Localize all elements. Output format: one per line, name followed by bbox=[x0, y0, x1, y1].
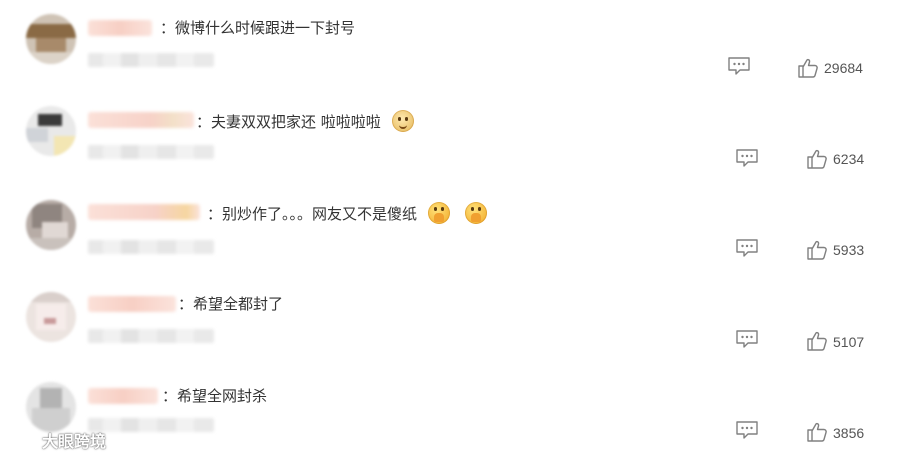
comment-bubble-icon[interactable] bbox=[735, 420, 759, 440]
username-blurred[interactable] bbox=[88, 204, 200, 220]
avatar[interactable] bbox=[26, 200, 76, 250]
comment-meta-blurred bbox=[88, 53, 214, 67]
like-count: 3856 bbox=[833, 425, 865, 441]
thumbs-up-icon[interactable] bbox=[806, 239, 828, 261]
username-blurred[interactable] bbox=[88, 20, 152, 36]
comment-text: ：希望全网封杀 bbox=[162, 387, 268, 405]
thumbs-up-icon[interactable] bbox=[806, 330, 828, 352]
pray-emoji bbox=[464, 202, 487, 224]
comment-item: ：别炒作了。。。网友又不是傻纸 5933 bbox=[0, 184, 900, 276]
username-blurred[interactable] bbox=[88, 112, 194, 128]
watermark-text: 大眼跨境 bbox=[42, 432, 107, 451]
like-count: 29684 bbox=[824, 60, 863, 76]
avatar[interactable] bbox=[26, 106, 76, 156]
like-count: 5107 bbox=[833, 334, 865, 350]
pray-emoji bbox=[427, 202, 450, 224]
watermark-logo-icon bbox=[9, 432, 37, 448]
avatar[interactable] bbox=[26, 382, 76, 432]
comment-bubble-icon[interactable] bbox=[735, 329, 759, 349]
like-count: 6234 bbox=[833, 151, 865, 167]
comment-text: ：微博什么时候跟进一下封号 bbox=[160, 19, 356, 37]
comment-meta-blurred bbox=[88, 329, 214, 343]
comment-item: ：微博什么时候跟进一下封号 29684 bbox=[0, 0, 900, 92]
thumbs-up-icon[interactable] bbox=[806, 148, 828, 170]
comment-text: ：夫妻双双把家还 啦啦啦啦 bbox=[196, 110, 414, 132]
comment-bubble-icon[interactable] bbox=[727, 56, 751, 76]
comment-bubble-icon[interactable] bbox=[735, 238, 759, 258]
comment-meta-blurred bbox=[88, 145, 214, 159]
thumbs-up-icon[interactable] bbox=[797, 57, 819, 79]
comment-bubble-icon[interactable] bbox=[735, 148, 759, 168]
comment-item: ：希望全都封了 5107 bbox=[0, 276, 900, 368]
thumbs-up-icon[interactable] bbox=[806, 421, 828, 443]
avatar[interactable] bbox=[26, 292, 76, 342]
comment-item: ：夫妻双双把家还 啦啦啦啦 6234 bbox=[0, 92, 900, 184]
comment-text: ：希望全都封了 bbox=[178, 295, 284, 313]
comment-meta-blurred bbox=[88, 240, 214, 254]
username-blurred[interactable] bbox=[88, 296, 176, 312]
comment-item: ：希望全网封杀 3856 bbox=[0, 368, 900, 460]
comment-meta-blurred bbox=[88, 418, 214, 432]
username-blurred[interactable] bbox=[88, 388, 158, 404]
avatar[interactable] bbox=[26, 14, 76, 64]
like-count: 5933 bbox=[833, 242, 865, 258]
watermark: 大眼跨境 bbox=[8, 428, 106, 452]
doge-emoji bbox=[391, 110, 414, 132]
comment-text: ：别炒作了。。。网友又不是傻纸 bbox=[207, 202, 487, 224]
